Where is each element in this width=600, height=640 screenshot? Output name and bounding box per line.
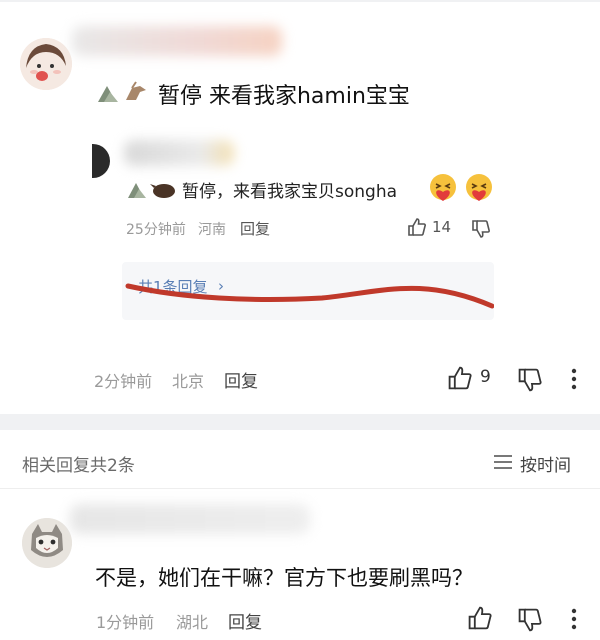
avatar[interactable] — [22, 518, 72, 568]
reply-like-count: 14 — [432, 218, 452, 236]
section-divider — [0, 414, 600, 430]
comment-like-count: 9 — [480, 367, 491, 387]
comment-reply-button[interactable]: 回复 — [228, 608, 262, 633]
more-options-icon[interactable] — [562, 366, 586, 392]
username-redacted — [72, 26, 282, 56]
heart-face-emoji-icon — [464, 173, 494, 203]
badge-icons — [96, 80, 152, 106]
thumbs-down-icon[interactable] — [516, 366, 544, 394]
username-redacted — [70, 504, 310, 534]
reply-reply-button[interactable]: 回复 — [240, 218, 270, 239]
avatar[interactable] — [20, 38, 72, 90]
section-title: 相关回复共2条 — [22, 456, 135, 476]
thumbs-up-icon[interactable] — [466, 604, 494, 632]
thumbs-up-icon[interactable] — [406, 216, 428, 238]
red-scribble-annotation — [125, 283, 494, 309]
replies-preview-card[interactable]: 共1条回复 › — [122, 262, 494, 320]
reply-username-redacted — [124, 140, 234, 166]
reply-badge-icons — [126, 178, 180, 200]
sort-lines-icon[interactable] — [492, 452, 514, 472]
reply-time: 25分钟前 — [126, 222, 186, 238]
comment-location: 湖北 — [176, 613, 209, 632]
reply-avatar[interactable] — [92, 144, 110, 178]
comment-time: 1分钟前 — [96, 613, 155, 632]
heart-face-emoji-icon — [428, 173, 458, 203]
comment-text: 不是，她们在干嘛？官方下也要刷黑吗？ — [95, 566, 473, 590]
top-divider — [0, 0, 600, 2]
thumbs-up-icon[interactable] — [446, 364, 474, 392]
header-underline — [0, 488, 600, 489]
thumbs-down-icon[interactable] — [516, 606, 544, 634]
comment-reply-button[interactable]: 回复 — [224, 367, 258, 392]
comment-text: 暂停 来看我家hamin宝宝 — [158, 84, 410, 109]
sort-button[interactable]: 按时间 — [520, 451, 571, 476]
comment-time: 2分钟前 — [94, 372, 153, 391]
comment-location: 北京 — [172, 372, 205, 391]
thumbs-down-icon[interactable] — [470, 218, 492, 240]
reply-text: 暂停，来看我家宝贝songha — [182, 182, 398, 202]
reply-location: 河南 — [198, 222, 226, 238]
more-options-icon[interactable] — [562, 606, 586, 632]
